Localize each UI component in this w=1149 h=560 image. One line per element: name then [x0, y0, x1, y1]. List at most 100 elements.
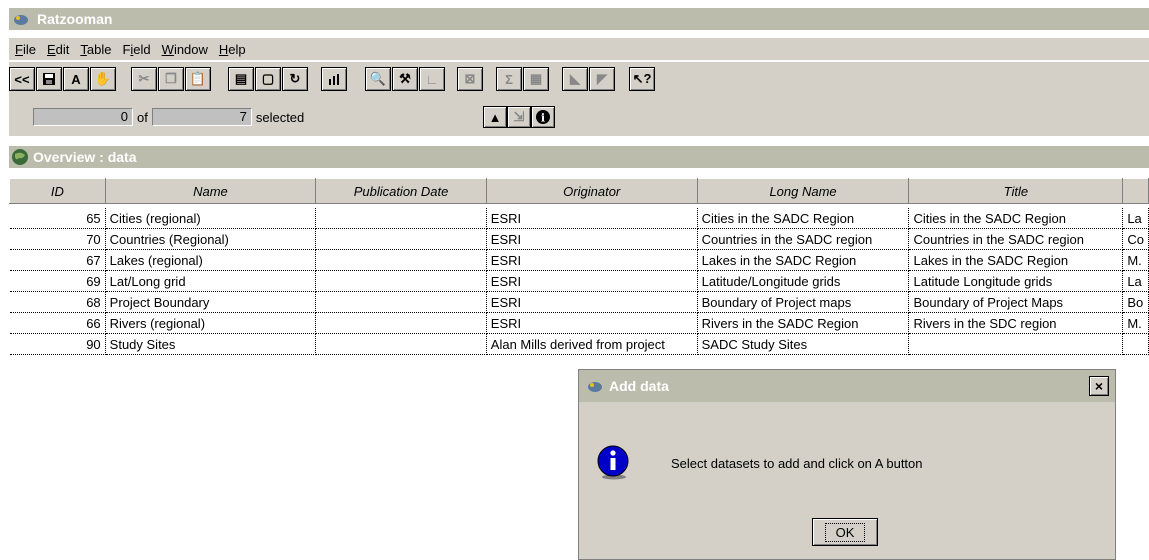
column-header[interactable]: Long Name [696, 178, 910, 204]
table-cell[interactable] [315, 291, 487, 313]
form-view-icon: ▢ [261, 71, 275, 86]
table-cell[interactable]: Bo [1122, 291, 1149, 313]
sort-ascending-button[interactable]: ◣ [562, 67, 588, 91]
table-cell[interactable]: 90 [9, 333, 106, 355]
select-cursor-button[interactable]: ⇲ [507, 106, 531, 128]
table-cell[interactable] [315, 270, 487, 292]
table-cell[interactable] [315, 333, 487, 355]
find-button[interactable]: 🔍 [365, 67, 391, 91]
hammer-button[interactable]: ⚒ [392, 67, 418, 91]
graph-button[interactable]: ∟ [419, 67, 445, 91]
table-cell[interactable]: Latitude/Longitude grids [697, 270, 910, 292]
table-cell[interactable]: SADC Study Sites [697, 333, 910, 355]
table-cell[interactable]: ESRI [486, 208, 698, 229]
cut-button[interactable]: ✂ [131, 67, 157, 91]
stats-button[interactable]: ▦ [523, 67, 549, 91]
back-icon: << [14, 71, 30, 87]
table-cell[interactable]: 67 [9, 249, 106, 271]
table-cell[interactable]: Rivers in the SADC Region [697, 312, 910, 334]
save-button[interactable] [36, 67, 62, 91]
column-header[interactable]: Name [104, 178, 317, 204]
table-cell[interactable]: Lakes in the SADC Region [908, 249, 1124, 271]
table-row[interactable]: 67 Lakes (regional) ESRI Lakes in the SADC … [9, 249, 1149, 271]
table-cell[interactable]: 68 [9, 291, 106, 313]
table-cell[interactable]: ESRI [486, 270, 698, 292]
table-row[interactable]: 68 Project Boundary ESRI Boundary of Projec… [9, 291, 1149, 313]
sort-descending-button[interactable]: ◤ [589, 67, 615, 91]
table-view-button[interactable]: ▤ [228, 67, 254, 91]
table-cell[interactable]: Lakes in the SADC Region [697, 249, 910, 271]
chart-button[interactable] [321, 67, 347, 91]
table-cell[interactable] [908, 333, 1124, 355]
close-button[interactable]: × [1089, 376, 1109, 396]
promote-button[interactable]: ⊠ [457, 67, 483, 91]
column-header[interactable]: Publication Date [315, 178, 487, 204]
menu-field[interactable]: Field [122, 42, 150, 57]
table-cell[interactable] [315, 249, 487, 271]
table-cell[interactable] [1122, 333, 1149, 355]
select-tool-button[interactable]: ▲ [483, 106, 507, 128]
column-header[interactable] [1122, 178, 1149, 204]
form-view-button[interactable]: ▢ [255, 67, 281, 91]
sum-button[interactable]: Σ [496, 67, 522, 91]
table-cell[interactable]: ESRI [486, 312, 698, 334]
table-cell[interactable]: ESRI [486, 249, 698, 271]
table-cell[interactable]: Boundary of Project maps [697, 291, 910, 313]
menu-help[interactable]: Help [219, 42, 246, 57]
table-cell[interactable] [315, 228, 487, 250]
table-row[interactable]: 70 Countries (Regional) ESRI Countries in t… [9, 228, 1149, 250]
table-cell[interactable]: Study Sites [105, 333, 317, 355]
table-cell[interactable]: Countries in the SADC region [697, 228, 910, 250]
text-tool-button[interactable]: A [63, 67, 89, 91]
table-cell[interactable]: Project Boundary [105, 291, 317, 313]
table-cell[interactable]: Boundary of Project Maps [908, 291, 1124, 313]
table-cell[interactable]: Lakes (regional) [105, 249, 317, 271]
table-cell[interactable]: 65 [9, 208, 106, 229]
pan-button[interactable]: ✋ [90, 67, 116, 91]
paste-button[interactable]: 📋 [185, 67, 211, 91]
table-cell[interactable]: Rivers (regional) [105, 312, 317, 334]
copy-button[interactable]: ❐ [158, 67, 184, 91]
menu-window[interactable]: Window [162, 42, 208, 57]
of-label: of [137, 109, 148, 125]
table-cell[interactable]: Cities (regional) [105, 208, 317, 229]
table-cell[interactable]: Cities in the SADC Region [697, 208, 910, 229]
table-cell[interactable]: ESRI [486, 228, 698, 250]
table-cell[interactable]: Cities in the SADC Region [908, 208, 1124, 229]
table-cell[interactable]: M. [1122, 249, 1149, 271]
table-row[interactable]: 90 Study Sites Alan Mills derived from pro… [9, 333, 1149, 355]
info-tool-button[interactable]: i [531, 106, 555, 128]
table-row[interactable]: 65 Cities (regional) ESRI Cities in the SAD… [9, 208, 1149, 229]
column-header[interactable]: Originator [485, 178, 698, 204]
column-header[interactable]: Title [908, 178, 1124, 204]
menu-file[interactable]: File [15, 42, 36, 57]
table-cell[interactable]: ESRI [486, 291, 698, 313]
help-button[interactable]: ↖? [629, 67, 655, 91]
ok-button[interactable]: OK [812, 518, 878, 546]
table-cell[interactable]: Countries in the SADC region [908, 228, 1124, 250]
table-cell[interactable]: Co [1122, 228, 1149, 250]
table-cell[interactable]: Rivers in the SDC region [908, 312, 1124, 334]
table-cell[interactable]: La [1122, 208, 1149, 229]
table-cell[interactable]: 70 [9, 228, 106, 250]
table-cell[interactable]: 66 [9, 312, 106, 334]
table-cell[interactable]: Latitude Longitude grids [908, 270, 1124, 292]
table-cell[interactable]: 69 [9, 270, 106, 292]
table-cell[interactable] [315, 208, 487, 229]
back-button[interactable]: << [9, 67, 35, 91]
menu-table[interactable]: Table [80, 42, 111, 57]
refresh-button[interactable]: ↻ [282, 67, 308, 91]
table-row[interactable]: 69 Lat/Long grid ESRI Latitude/Longitude gr… [9, 270, 1149, 292]
table-cell[interactable]: Lat/Long grid [105, 270, 317, 292]
table-cell[interactable]: Countries (Regional) [105, 228, 317, 250]
table-row[interactable]: 66 Rivers (regional) ESRI Rivers in the SAD… [9, 312, 1149, 334]
column-header[interactable]: ID [9, 178, 106, 204]
globe-icon [12, 149, 28, 165]
svg-text:i: i [541, 112, 545, 125]
menu-edit[interactable]: Edit [47, 42, 69, 57]
app-logo-icon [588, 382, 602, 392]
table-cell[interactable] [315, 312, 487, 334]
table-cell[interactable]: La [1122, 270, 1149, 292]
table-cell[interactable]: M. [1122, 312, 1149, 334]
table-cell[interactable]: Alan Mills derived from project [486, 333, 698, 355]
